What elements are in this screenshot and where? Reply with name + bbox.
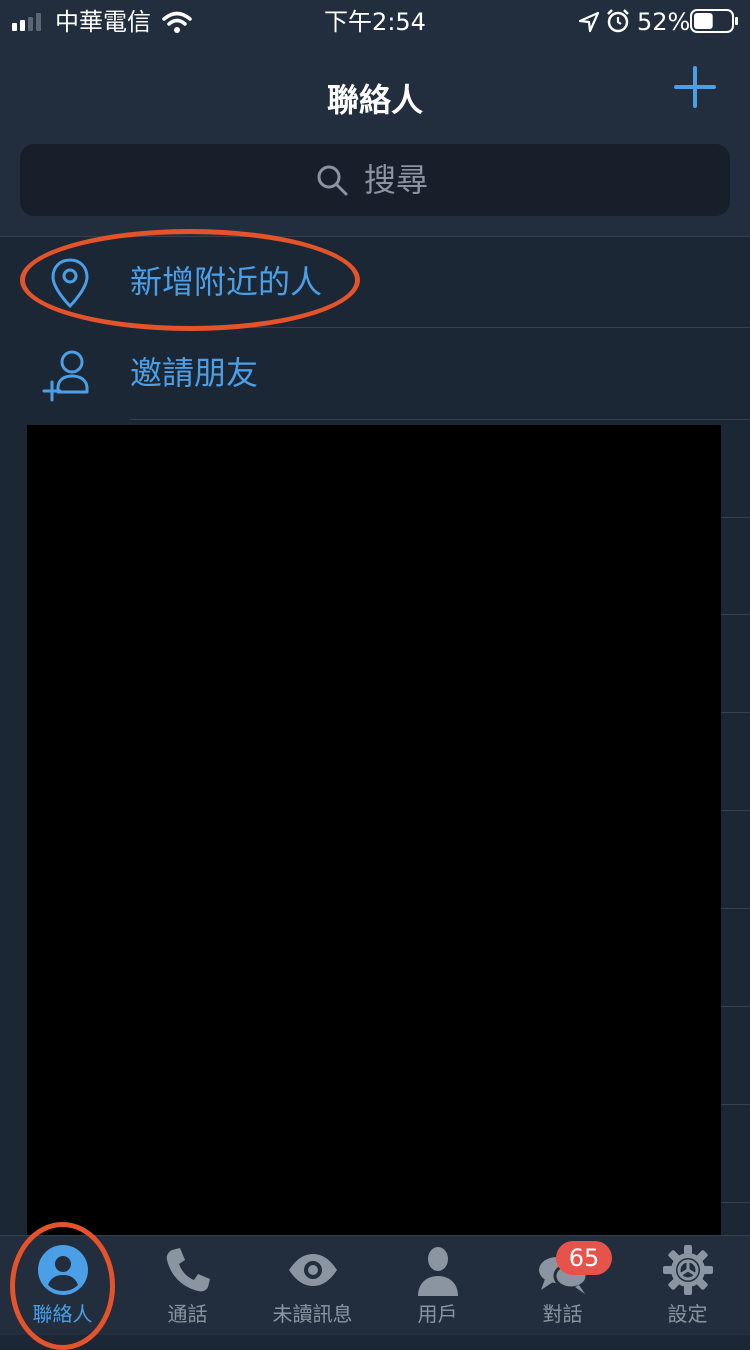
status-bar: 中華電信 下午2:54 52% — [0, 0, 750, 44]
battery-icon — [690, 9, 738, 33]
page-title: 聯絡人 — [326, 81, 423, 119]
battery-percent: 52% — [637, 8, 691, 36]
search-placeholder: 搜尋 — [364, 161, 429, 199]
tab-label: 通話 — [167, 1302, 208, 1326]
row-divider — [721, 908, 750, 909]
tab-label: 對話 — [542, 1302, 583, 1326]
tab-settings[interactable]: 設定 — [625, 1236, 750, 1335]
tab-label: 用戶 — [417, 1302, 458, 1326]
invite-friends-label: 邀請朋友 — [130, 354, 259, 392]
invite-friends-row[interactable]: 邀請朋友 — [0, 328, 750, 419]
row-divider — [721, 1202, 750, 1203]
alarm-icon — [607, 9, 629, 33]
row-divider — [130, 419, 750, 420]
annotation-highlight-ellipse — [20, 229, 360, 331]
row-divider — [721, 614, 750, 615]
eye-icon — [289, 1254, 337, 1286]
tab-users[interactable]: 用戶 — [375, 1236, 500, 1335]
row-divider — [721, 1006, 750, 1007]
user-icon — [418, 1247, 458, 1296]
chat-unread-badge: 65 — [556, 1241, 612, 1275]
header: 聯絡人 搜尋 — [0, 44, 750, 237]
phone-icon — [166, 1248, 210, 1292]
search-icon — [317, 165, 348, 196]
row-divider — [721, 712, 750, 713]
add-person-icon — [42, 350, 89, 402]
annotation-tab-ellipse — [10, 1222, 115, 1350]
row-divider — [721, 1104, 750, 1105]
location-arrow-icon — [578, 11, 600, 33]
tab-label: 未讀訊息 — [272, 1302, 353, 1326]
add-contact-button[interactable] — [670, 62, 720, 112]
row-divider — [721, 810, 750, 811]
gear-icon — [663, 1245, 713, 1295]
redacted-contact-list — [27, 425, 721, 1235]
tab-label: 設定 — [667, 1302, 708, 1326]
tab-unread[interactable]: 未讀訊息 — [250, 1236, 375, 1335]
search-bar[interactable]: 搜尋 — [20, 144, 730, 216]
row-divider — [721, 517, 750, 518]
plus-icon — [674, 66, 716, 108]
tab-calls[interactable]: 通話 — [125, 1236, 250, 1335]
